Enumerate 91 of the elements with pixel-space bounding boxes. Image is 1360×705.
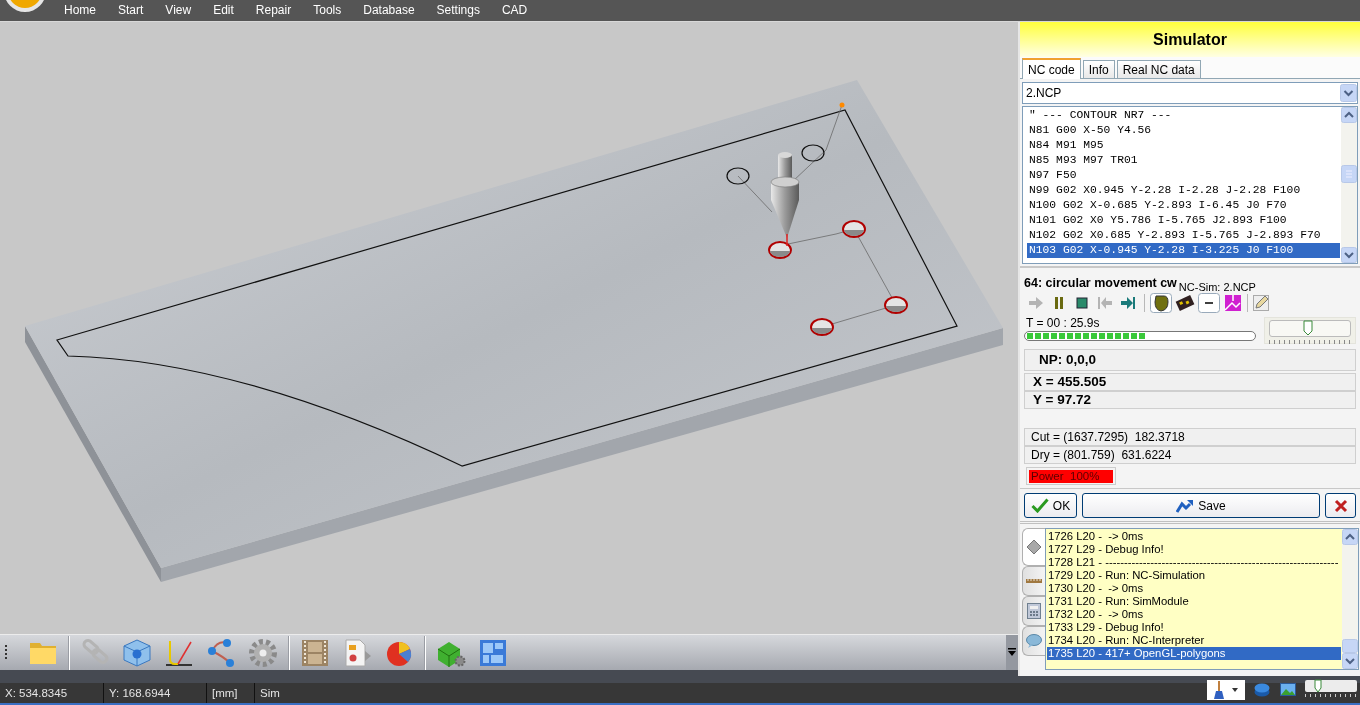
log-entry[interactable]: 1732 L20 - -> 0ms <box>1047 608 1341 621</box>
scrollbar[interactable] <box>1342 529 1358 669</box>
layout-grid-icon[interactable] <box>478 637 508 668</box>
graph-tile-icon[interactable] <box>1222 293 1244 313</box>
menu-item[interactable]: Edit <box>202 0 245 21</box>
x-coordinate: X: 534.8345 <box>0 683 104 703</box>
toolbar-overflow-button[interactable] <box>1006 635 1018 670</box>
code-line[interactable]: N102 G02 X0.685 Y-2.893 I-5.765 J-2.893 F70 <box>1027 228 1340 243</box>
toolbar-grip-icon[interactable] <box>4 644 8 661</box>
ruler-icon <box>1026 578 1042 584</box>
code-line[interactable]: N84 M91 M95 <box>1027 138 1340 153</box>
menu-item[interactable]: Start <box>107 0 155 21</box>
menu-item[interactable]: Home <box>53 0 107 21</box>
hole-outline <box>801 144 825 162</box>
caret-icon <box>1231 687 1238 692</box>
log-entry[interactable]: 1726 L20 - -> 0ms <box>1047 530 1341 543</box>
solid-shape-icon[interactable] <box>1150 293 1172 313</box>
tab[interactable]: Info <box>1082 60 1115 78</box>
layers-icon[interactable] <box>1254 682 1270 697</box>
y-readout: Y = 97.72 <box>1024 391 1356 409</box>
unit-label: [mm] <box>207 683 255 703</box>
film-strip-icon[interactable] <box>300 637 330 668</box>
code-line[interactable]: N85 M93 M97 TR01 <box>1027 153 1340 168</box>
code-line[interactable]: N97 F50 <box>1027 168 1340 183</box>
menu-item[interactable]: Settings <box>425 0 491 21</box>
slider-thumb[interactable] <box>1314 678 1322 693</box>
stop-icon[interactable] <box>1074 295 1090 311</box>
log-entry[interactable]: 1733 L29 - Debug Info! <box>1047 621 1341 634</box>
log-side-tab[interactable] <box>1022 528 1045 566</box>
menu-item[interactable]: Database <box>352 0 426 21</box>
brush-dropdown[interactable] <box>1207 679 1245 700</box>
y-coordinate: Y: 168.6944 <box>104 683 207 703</box>
checkmark-icon <box>1030 498 1049 513</box>
log-entry[interactable]: 1735 L20 - 417+ OpenGL-polygons <box>1047 647 1341 660</box>
menu-item[interactable]: CAD <box>490 0 539 21</box>
scrollbar-thumb[interactable] <box>1341 165 1357 184</box>
program-dropdown[interactable]: 2.NCP <box>1022 82 1358 104</box>
pencil-icon[interactable] <box>1253 295 1269 311</box>
menu-item[interactable]: Tools <box>302 0 353 21</box>
calculator-icon <box>1027 603 1041 619</box>
node-graph-icon[interactable] <box>206 637 236 668</box>
speed-slider[interactable] <box>1264 317 1356 344</box>
image-icon[interactable] <box>1280 683 1296 696</box>
app-logo-icon[interactable] <box>4 0 46 12</box>
file-caption: NC-Sim: 2.NCP <box>1178 281 1256 294</box>
log-side-tab[interactable] <box>1022 596 1045 626</box>
current-block-text: 64: circular movement cw <box>1024 275 1177 292</box>
x-readout: X = 455.505 <box>1024 373 1356 391</box>
ok-button[interactable]: OK <box>1024 493 1077 518</box>
toolpath-line <box>737 175 773 213</box>
code-line[interactable]: " --- CONTOUR NR7 --- <box>1027 108 1340 123</box>
gear-icon[interactable] <box>248 637 278 668</box>
skip-to-end-icon[interactable] <box>1120 295 1136 311</box>
close-icon <box>1333 498 1348 513</box>
log-entry[interactable]: 1729 L20 - Run: NC-Simulation <box>1047 569 1341 582</box>
log-entry[interactable]: 1728 L21 - -------------------------------------------------------------- <box>1047 556 1341 569</box>
menu-item[interactable]: Repair <box>244 0 303 21</box>
mode-label: Sim <box>259 686 281 701</box>
cut-readout: Cut = (1637.7295) 182.3718 <box>1024 428 1356 446</box>
diamond-icon <box>1026 539 1042 555</box>
point-marker-icon <box>839 102 845 108</box>
log-side-tab[interactable] <box>1022 566 1045 596</box>
code-line[interactable]: N99 G02 X0.945 Y-2.28 I-2.28 J-2.28 F100 <box>1027 183 1340 198</box>
document-icon[interactable] <box>342 637 372 668</box>
slider-thumb[interactable] <box>1302 320 1313 336</box>
save-button[interactable]: Save <box>1082 493 1320 518</box>
log-entry[interactable]: 1731 L20 - Run: SimModule <box>1047 595 1341 608</box>
code-line[interactable]: N81 G00 X-50 Y4.56 <box>1027 123 1340 138</box>
scrollbar[interactable] <box>1341 107 1357 263</box>
tab[interactable]: Real NC data <box>1116 60 1201 78</box>
menu-item[interactable]: View <box>154 0 203 21</box>
hole-outline <box>726 167 750 185</box>
overflow-arrow-icon <box>1008 648 1016 657</box>
speech-bubble-icon <box>1026 633 1042 649</box>
code-line[interactable]: N101 G02 X0 Y5.786 I-5.765 J2.893 F100 <box>1027 213 1340 228</box>
log-entry[interactable]: 1730 L20 - -> 0ms <box>1047 582 1341 595</box>
log-entry[interactable]: 1734 L20 - Run: NC-Interpreter <box>1047 634 1341 647</box>
zigzag-arrow-icon <box>1176 498 1195 513</box>
close-button[interactable] <box>1325 493 1356 518</box>
code-line[interactable]: N100 G02 X-0.685 Y-2.893 I-6.45 J0 F70 <box>1027 198 1340 213</box>
scrollbar-thumb[interactable] <box>1342 639 1358 653</box>
power-label: Power 100% <box>1031 470 1101 483</box>
zoom-slider[interactable] <box>1305 679 1357 700</box>
panel-title: Simulator <box>1020 22 1360 57</box>
np-readout: NP: 0,0,0 <box>1024 349 1356 371</box>
tab[interactable]: NC code <box>1022 58 1081 79</box>
brush-icon <box>1214 680 1225 699</box>
dry-readout: Dry = (801.759) 631.6224 <box>1024 446 1356 464</box>
cube-icon[interactable] <box>122 637 152 668</box>
elapsed-time: T = 00 : 25.9s <box>1025 317 1101 330</box>
log-entry[interactable]: 1727 L29 - Debug Info! <box>1047 543 1341 556</box>
